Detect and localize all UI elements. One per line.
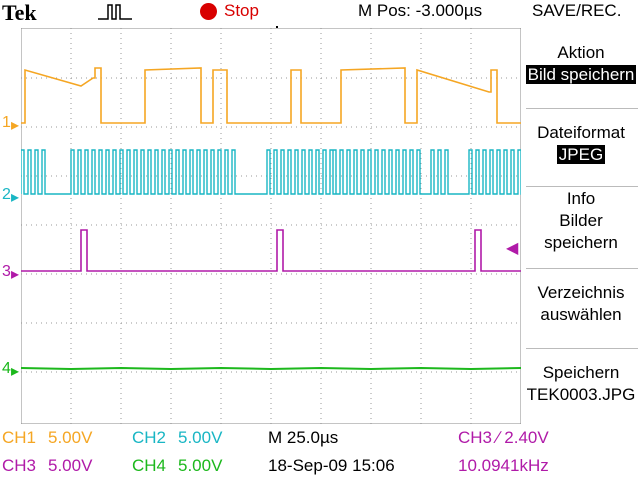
run-state-label: Stop: [224, 1, 259, 20]
date-time-readout: 18-Sep-09 15:06: [268, 456, 395, 475]
menu-item-title: Aktion: [557, 43, 605, 62]
frequency-readout: 10.0941kHz: [458, 456, 549, 475]
menu-item-line: TEK0003.JPG: [526, 385, 636, 404]
horizontal-position-readout: M Pos: -3.000µs: [358, 1, 483, 20]
trigger-level-marker-icon: ◀: [506, 240, 519, 257]
menu-item-title: Dateiformat: [537, 123, 625, 142]
menu-item-aktion[interactable]: Aktion Bild speichern: [522, 42, 640, 86]
ch1-scale: 5.00V: [48, 428, 93, 447]
ch1-ground-marker: 1: [2, 114, 11, 131]
menu-item-title: Verzeichnis: [537, 283, 625, 302]
menu-item-title: Speichern: [542, 363, 620, 382]
ch2-arrow-icon: ▸: [11, 189, 20, 206]
menu-item-line: speichern: [544, 233, 618, 252]
menu-item-info[interactable]: Info Bilder speichern: [522, 188, 640, 254]
bottom-status-bar: CH1 5.00V CH2 5.00V M 25.0µs CH3 ∕ 2.40V…: [0, 424, 640, 480]
stop-indicator-icon: [200, 3, 217, 20]
menu-title: SAVE/REC.: [532, 1, 622, 20]
ch2-scale: 5.00V: [178, 428, 223, 447]
menu-item-verzeichnis[interactable]: Verzeichnis auswählen: [522, 282, 640, 326]
ch3-label: CH3: [2, 456, 37, 475]
menu-item-value: Bild speichern: [525, 65, 637, 84]
ch4-arrow-icon: ▸: [11, 363, 20, 380]
menu-divider: [526, 108, 638, 109]
ch3-scale: 5.00V: [48, 456, 93, 475]
ch4-ground-marker: 4: [2, 360, 11, 377]
ch4-label: CH4: [132, 456, 167, 475]
ch2-ground-marker: 2: [2, 186, 11, 203]
side-menu: Aktion Bild speichern Dateiformat JPEG I…: [522, 28, 640, 424]
menu-divider: [526, 268, 638, 269]
menu-item-speichern[interactable]: Speichern TEK0003.JPG: [522, 362, 640, 406]
ch4-waveform: [21, 366, 521, 371]
menu-divider: [526, 186, 638, 187]
ch1-label: CH1: [2, 428, 37, 447]
ch4-scale: 5.00V: [178, 456, 223, 475]
menu-item-dateiformat[interactable]: Dateiformat JPEG: [522, 122, 640, 166]
waveform-display[interactable]: [21, 28, 521, 424]
top-status-bar: Tek Stop M Pos: -3.000µs SAVE/REC.: [0, 0, 640, 26]
ch2-label: CH2: [132, 428, 167, 447]
timebase-readout: M 25.0µs: [268, 428, 339, 447]
brand-logo: Tek: [2, 0, 37, 25]
trigger-readout: CH3 ∕ 2.40V: [458, 428, 549, 447]
trigger-pulse-icon: [98, 4, 132, 20]
ch3-arrow-icon: ▸: [11, 266, 20, 283]
menu-item-line: Bilder: [559, 211, 603, 230]
menu-item-title: Info: [566, 189, 596, 208]
ch3-ground-marker: 3: [2, 263, 11, 280]
menu-item-line: auswählen: [540, 305, 622, 324]
menu-item-value: JPEG: [556, 145, 606, 164]
ch1-arrow-icon: ▸: [11, 117, 20, 134]
menu-divider: [526, 348, 638, 349]
